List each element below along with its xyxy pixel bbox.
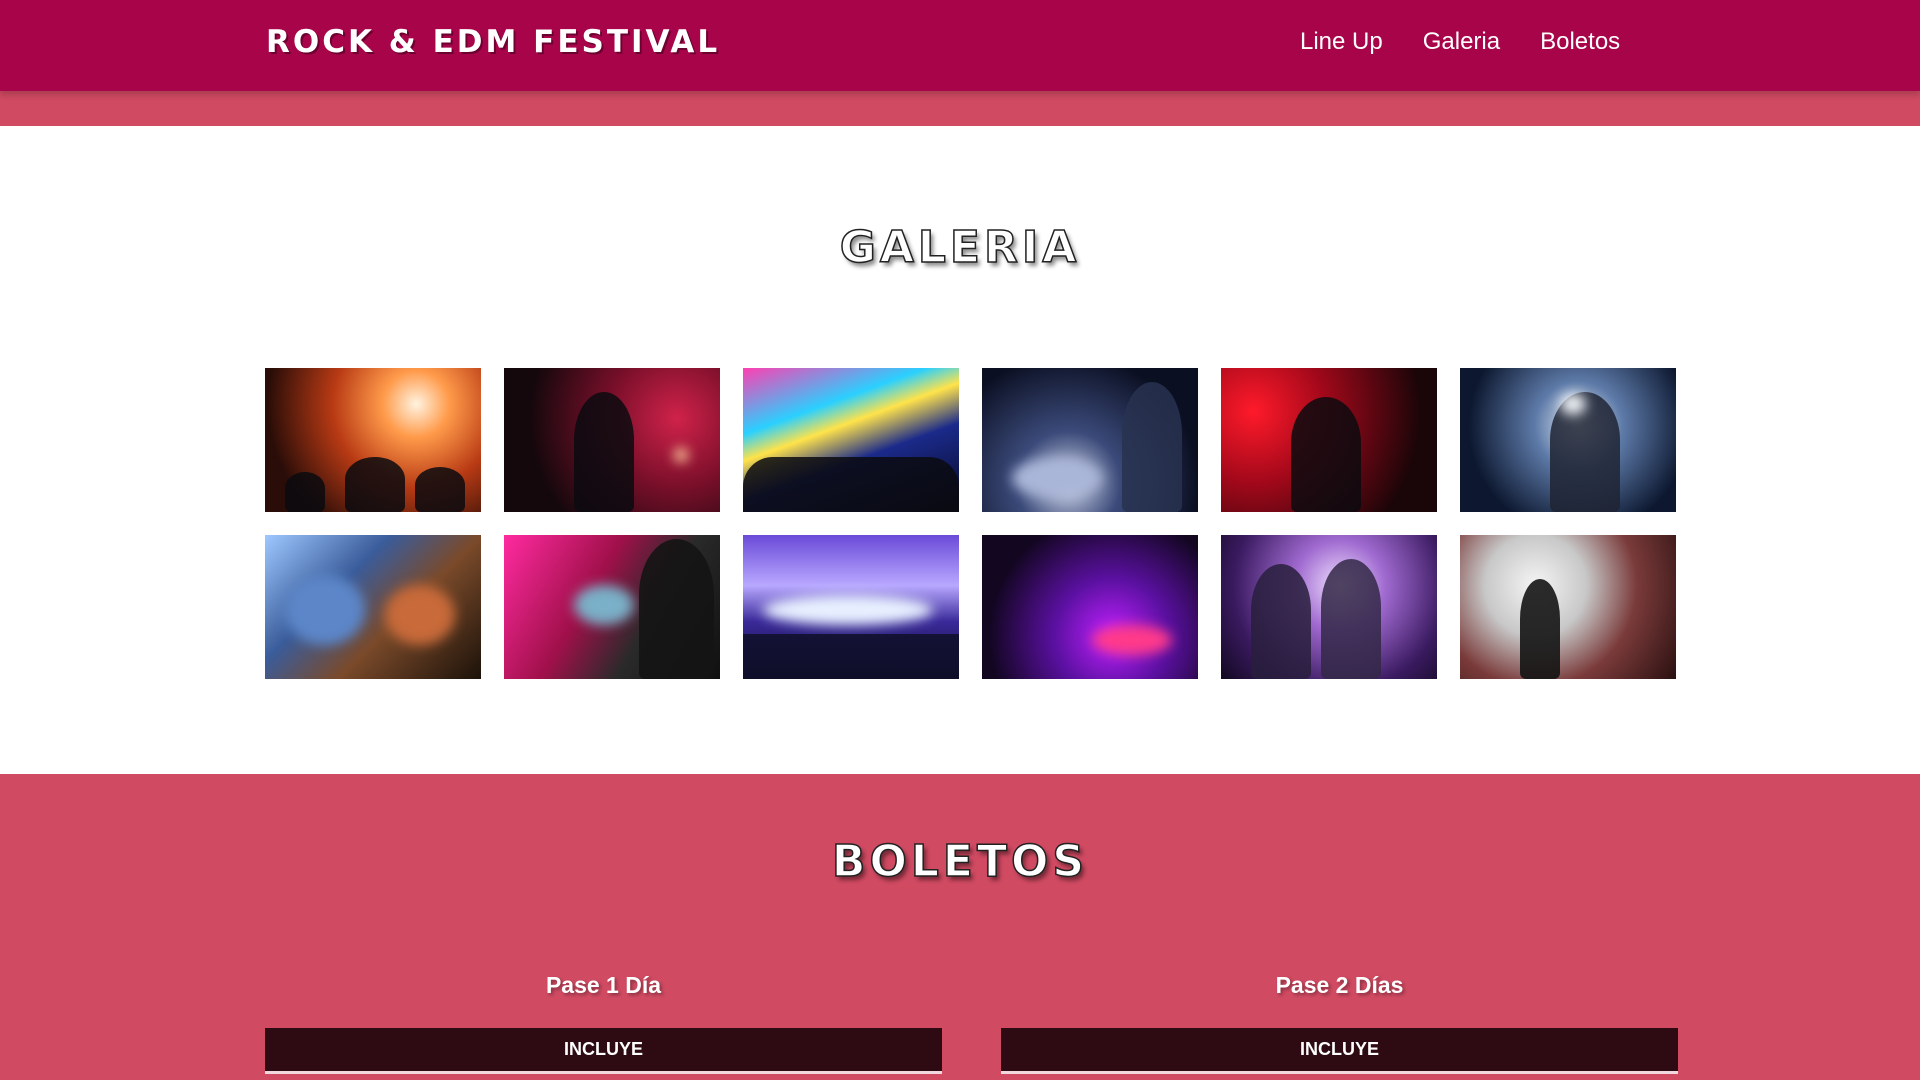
pass-1-day-incluye-header: INCLUYE: [265, 1028, 942, 1074]
female-dj-photo[interactable]: [1460, 368, 1676, 512]
singer-red-stage-photo[interactable]: [504, 368, 720, 512]
header-accent-band: [0, 91, 1920, 126]
pass-1-day-title: Pase 1 Día: [545, 972, 662, 998]
nav-link-galeria[interactable]: Galeria: [1423, 27, 1500, 57]
site-header: ROCK & EDM FESTIVAL Line Up Galeria Bole…: [0, 0, 1920, 91]
purple-mixer-photo[interactable]: [982, 535, 1198, 679]
gallery-grid: [265, 368, 1677, 679]
singer-smoke-photo[interactable]: [1460, 535, 1676, 679]
boletos-heading: BOLETOS: [831, 835, 1089, 888]
dj-turntable-photo[interactable]: [982, 368, 1198, 512]
crowd-stage-lights-photo[interactable]: [265, 368, 481, 512]
rock-duo-stage-photo[interactable]: [1221, 535, 1437, 679]
site-logo[interactable]: ROCK & EDM FESTIVAL: [266, 24, 720, 60]
guitarist-red-light-photo[interactable]: [1221, 368, 1437, 512]
dj-laptop-photo[interactable]: [504, 535, 720, 679]
guitars-closeup-photo[interactable]: [265, 535, 481, 679]
edm-stage-crowd-photo[interactable]: [743, 368, 959, 512]
main-nav: Line Up Galeria Boletos: [1300, 27, 1620, 57]
pass-2-days-incluye-header: INCLUYE: [1001, 1028, 1678, 1074]
nav-link-line-up[interactable]: Line Up: [1300, 27, 1383, 57]
nav-link-boletos[interactable]: Boletos: [1540, 27, 1620, 57]
pass-2-days-title: Pase 2 Días: [1275, 972, 1404, 998]
galeria-heading: GALERIA: [839, 221, 1081, 274]
dj-mixer-hands-photo[interactable]: [743, 535, 959, 679]
